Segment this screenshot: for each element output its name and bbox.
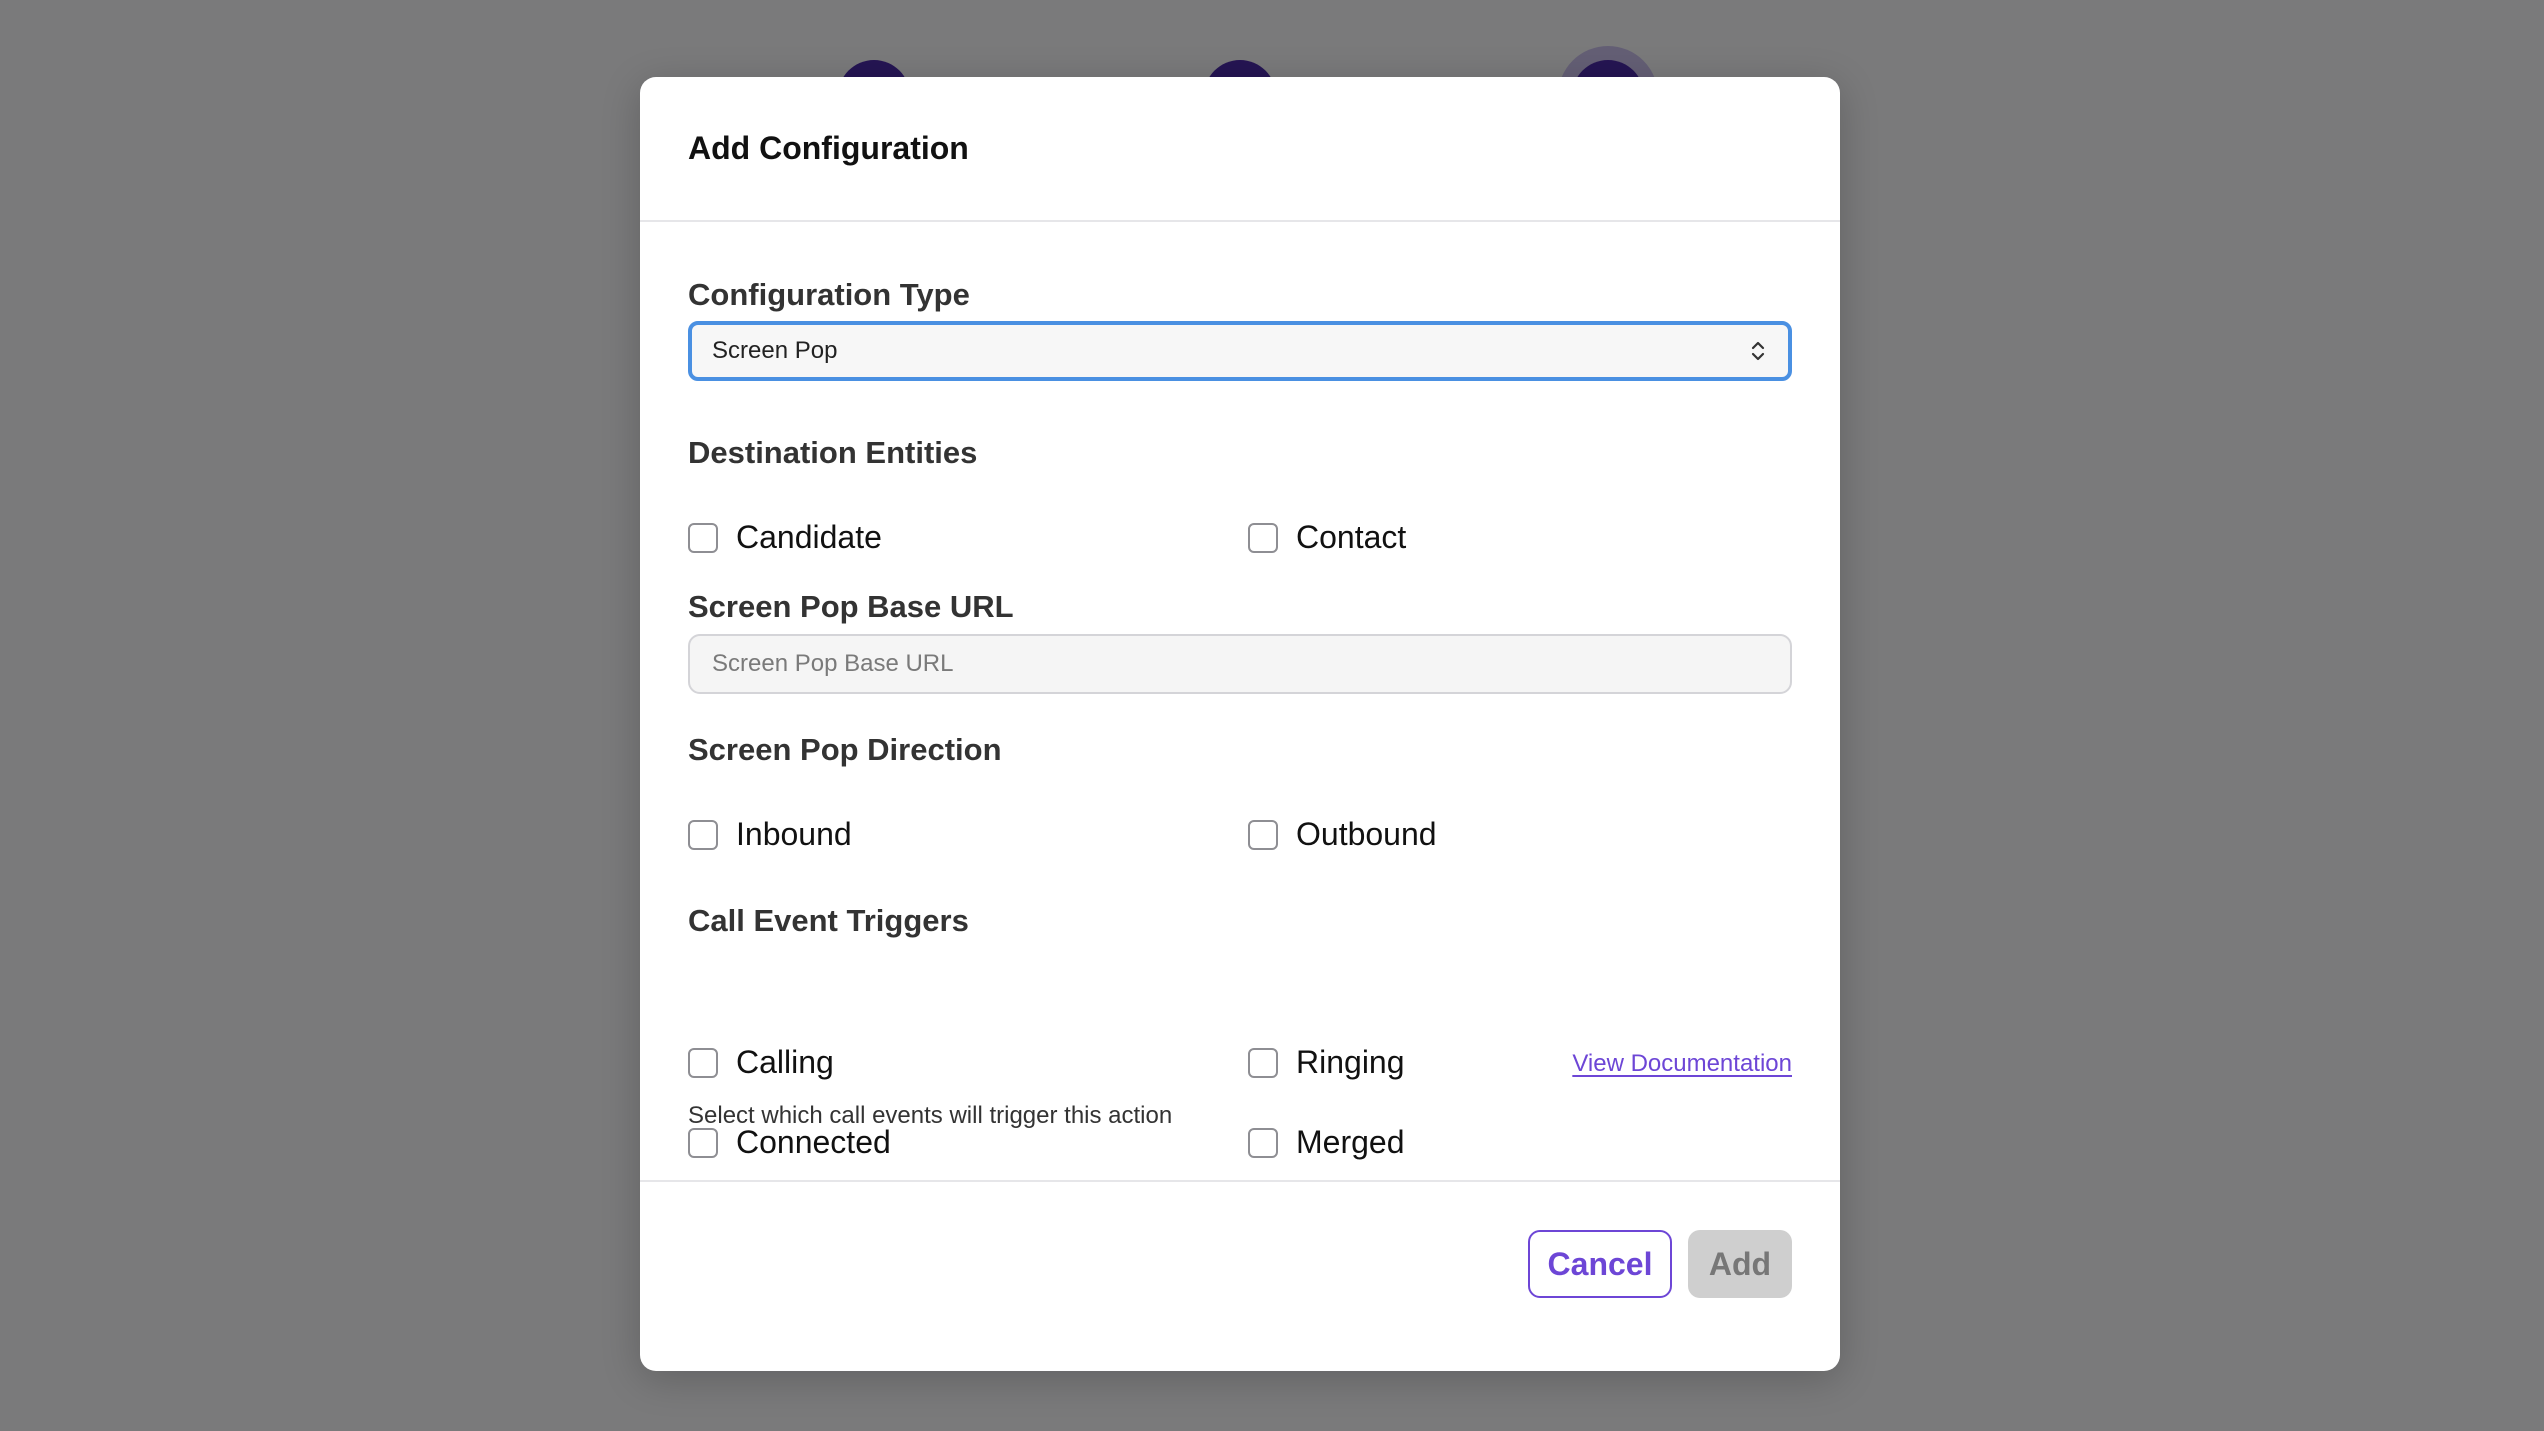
checkbox-merged[interactable]: Merged [1248, 1124, 1405, 1161]
chevron-up-down-icon [1751, 341, 1765, 361]
checkbox-outbound[interactable]: Outbound [1248, 816, 1437, 853]
checkbox-box[interactable] [688, 1047, 718, 1078]
checkbox-inbound[interactable]: Inbound [688, 816, 852, 853]
checkbox-box[interactable] [1248, 522, 1278, 553]
checkbox-calling[interactable]: Calling [688, 1044, 834, 1081]
base-url-input[interactable] [688, 634, 1792, 694]
checkbox-label: Connected [736, 1124, 891, 1160]
configuration-type-label: Configuration Type [688, 277, 970, 312]
modal-body: Configuration Type Screen Pop Destinatio… [640, 222, 1840, 1182]
checkbox-box[interactable] [1248, 1047, 1278, 1078]
checkbox-box[interactable] [1248, 1127, 1278, 1158]
modal-title: Add Configuration [688, 130, 969, 166]
direction-label: Screen Pop Direction [688, 732, 1002, 767]
cancel-button[interactable]: Cancel [1528, 1230, 1672, 1298]
call-event-triggers-label: Call Event Triggers [688, 903, 969, 938]
checkbox-ringing[interactable]: Ringing [1248, 1044, 1405, 1081]
checkbox-candidate[interactable]: Candidate [688, 519, 882, 556]
checkbox-box[interactable] [688, 1127, 718, 1158]
checkbox-label: Contact [1296, 519, 1407, 555]
add-button[interactable]: Add [1688, 1230, 1792, 1298]
checkbox-label: Inbound [736, 816, 852, 852]
checkbox-label: Calling [736, 1044, 834, 1080]
checkbox-connected[interactable]: Connected [688, 1124, 891, 1161]
configuration-type-select[interactable]: Screen Pop [688, 321, 1792, 381]
modal-footer: Cancel Add [640, 1182, 1840, 1369]
checkbox-contact[interactable]: Contact [1248, 519, 1406, 556]
configuration-type-value: Screen Pop [712, 337, 838, 364]
checkbox-box[interactable] [688, 522, 718, 553]
add-configuration-modal: Add Configuration Configuration Type Scr… [640, 77, 1840, 1371]
checkbox-label: Outbound [1296, 816, 1437, 852]
checkbox-box[interactable] [1248, 819, 1278, 850]
checkbox-label: Merged [1296, 1124, 1405, 1160]
destination-entities-label: Destination Entities [688, 435, 978, 470]
base-url-label: Screen Pop Base URL [688, 589, 1014, 624]
modal-header: Add Configuration [640, 77, 1840, 222]
checkbox-label: Candidate [736, 519, 882, 555]
view-documentation-link[interactable]: View Documentation [1572, 1050, 1792, 1078]
checkbox-box[interactable] [688, 819, 718, 850]
checkbox-label: Ringing [1296, 1044, 1405, 1080]
